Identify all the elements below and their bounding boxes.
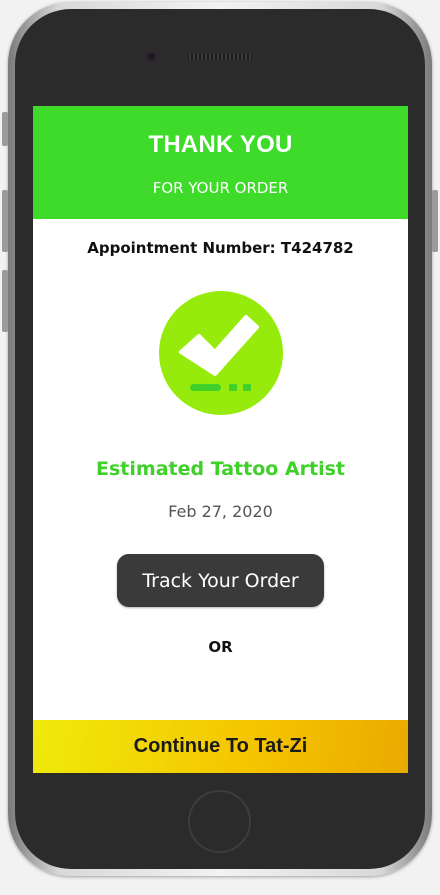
thank-you-header: THANK YOU FOR YOUR ORDER xyxy=(33,106,408,219)
mute-switch xyxy=(2,112,8,146)
volume-up-button xyxy=(2,190,8,252)
app-screen: THANK YOU FOR YOUR ORDER Appointment Num… xyxy=(33,106,408,773)
power-button xyxy=(432,190,438,252)
header-title: THANK YOU xyxy=(148,131,293,158)
volume-down-button xyxy=(2,270,8,332)
camera-icon xyxy=(146,51,157,62)
home-button-icon[interactable] xyxy=(188,790,251,853)
estimated-artist-label: Estimated Tattoo Artist xyxy=(96,458,345,480)
speaker-grille xyxy=(187,53,253,60)
or-separator: OR xyxy=(208,638,233,656)
checkmark-icon xyxy=(159,291,283,415)
checkmark-graphic xyxy=(179,315,259,391)
continue-button[interactable]: Continue To Tat-Zi xyxy=(33,720,408,773)
appointment-date: Feb 27, 2020 xyxy=(168,502,273,521)
appointment-number: Appointment Number: T424782 xyxy=(87,239,354,257)
track-order-button[interactable]: Track Your Order xyxy=(117,554,324,607)
header-subtitle: FOR YOUR ORDER xyxy=(152,179,289,197)
